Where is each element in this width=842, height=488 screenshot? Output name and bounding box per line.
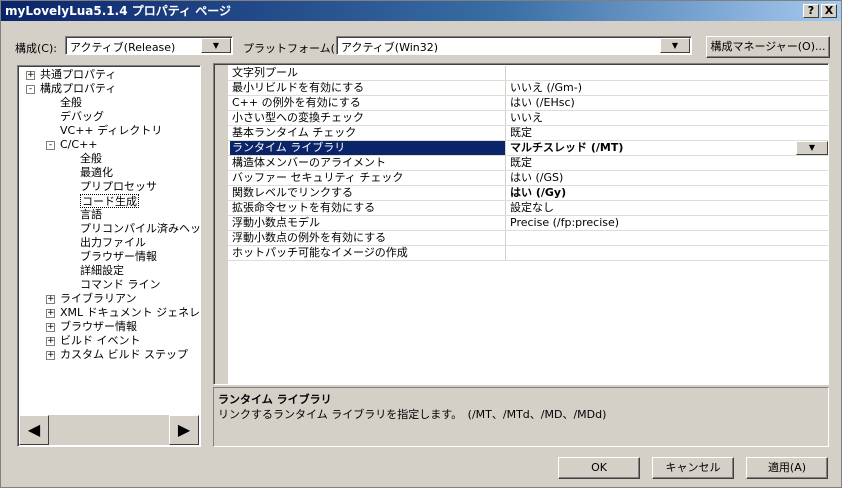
tree-node[interactable]: プリプロセッサ: [80, 180, 157, 194]
property-row[interactable]: C++ の例外を有効にする はい (/EHsc): [228, 96, 828, 111]
platform-value: アクティブ(Win32): [341, 41, 439, 54]
chevron-down-icon[interactable]: ▼: [201, 38, 231, 53]
scroll-left-icon[interactable]: ◀: [19, 415, 49, 445]
description-title: ランタイム ライブラリ: [218, 393, 332, 406]
tree-node[interactable]: XML ドキュメント ジェネレーター: [60, 306, 200, 320]
expand-icon[interactable]: +: [46, 351, 55, 360]
property-value[interactable]: いいえ (/Gm-): [508, 81, 826, 95]
property-pages-window: myLovelyLua5.1.4 プロパティ ページ ? X 構成(C): アク…: [0, 0, 842, 488]
config-manager-button[interactable]: 構成マネージャー(O)...: [706, 36, 830, 58]
property-name: 基本ランタイム チェック: [230, 126, 506, 140]
expand-icon[interactable]: +: [46, 337, 55, 346]
chevron-down-icon[interactable]: ▼: [660, 38, 690, 53]
property-name: 文字列プール: [230, 66, 506, 80]
collapse-icon[interactable]: -: [46, 141, 55, 150]
property-row[interactable]: 関数レベルでリンクする はい (/Gy): [228, 186, 828, 201]
property-value[interactable]: 設定なし: [508, 201, 826, 215]
tree-node[interactable]: 最適化: [80, 166, 113, 180]
chevron-down-icon[interactable]: ▼: [796, 141, 828, 155]
tree-node[interactable]: 構成プロパティ: [40, 82, 116, 96]
property-name: 浮動小数点モデル: [230, 216, 506, 230]
tree-node[interactable]: 共通プロパティ: [40, 68, 116, 82]
property-grid[interactable]: 文字列プール 最小リビルドを有効にする いいえ (/Gm-) C++ の例外を有効にす…: [213, 63, 829, 385]
help-icon[interactable]: ?: [803, 4, 819, 18]
property-row[interactable]: ランタイム ライブラリ マルチスレッド (/MT) ▼: [228, 141, 828, 156]
tree-node[interactable]: 全般: [80, 152, 102, 166]
property-value[interactable]: はい (/GS): [508, 171, 826, 185]
property-row[interactable]: 浮動小数点モデル Precise (/fp:precise): [228, 216, 828, 231]
property-value[interactable]: [508, 246, 826, 260]
tree-node[interactable]: ライブラリアン: [60, 292, 137, 306]
tree-node[interactable]: 全般: [60, 96, 82, 110]
property-row[interactable]: バッファー セキュリティ チェック はい (/GS): [228, 171, 828, 186]
grid-gutter: [215, 65, 228, 384]
property-value[interactable]: 既定: [508, 156, 826, 170]
tree-node[interactable]: ブラウザー情報: [80, 250, 157, 264]
tree-node[interactable]: デバッグ: [60, 110, 104, 124]
property-value[interactable]: はい (/Gy): [508, 186, 826, 200]
tree-node[interactable]: 出力ファイル: [80, 236, 146, 250]
property-value[interactable]: はい (/EHsc): [508, 96, 826, 110]
property-value[interactable]: マルチスレッド (/MT): [508, 141, 826, 155]
expand-icon[interactable]: +: [46, 309, 55, 318]
description-text: リンクするランタイム ライブラリを指定します。 (/MT、/MTd、/MD、/M…: [218, 408, 607, 421]
property-row[interactable]: 基本ランタイム チェック 既定: [228, 126, 828, 141]
property-name: 拡張命令セットを有効にする: [230, 201, 506, 215]
property-row[interactable]: 最小リビルドを有効にする いいえ (/Gm-): [228, 81, 828, 96]
property-name: 関数レベルでリンクする: [230, 186, 506, 200]
config-value: アクティブ(Release): [70, 41, 176, 54]
platform-label: プラットフォーム(P):: [243, 42, 350, 55]
property-row[interactable]: 構造体メンバーのアライメント 既定: [228, 156, 828, 171]
property-value[interactable]: [508, 66, 826, 80]
tree-node[interactable]: カスタム ビルド ステップ: [60, 348, 188, 362]
property-name: 浮動小数点の例外を有効にする: [230, 231, 506, 245]
property-name: 構造体メンバーのアライメント: [230, 156, 506, 170]
tree-node[interactable]: コマンド ライン: [80, 278, 161, 292]
property-name: 小さい型への変換チェック: [230, 111, 506, 125]
expand-icon[interactable]: +: [26, 71, 35, 80]
title-bar: myLovelyLua5.1.4 プロパティ ページ: [1, 1, 841, 21]
cancel-button[interactable]: キャンセル: [652, 457, 734, 479]
property-name: ランタイム ライブラリ: [230, 141, 506, 155]
scroll-right-icon[interactable]: ▶: [169, 415, 199, 445]
expand-icon[interactable]: +: [46, 323, 55, 332]
settings-tree[interactable]: + 共通プロパティ - 構成プロパティ 全般 デバッグ VC++ ディレクトリ - C/C++ 全…: [17, 65, 201, 447]
tree-node[interactable]: 詳細設定: [80, 264, 124, 278]
tree-node[interactable]: VC++ ディレクトリ: [60, 124, 162, 138]
property-row[interactable]: 文字列プール: [228, 66, 828, 81]
window-title: myLovelyLua5.1.4 プロパティ ページ: [5, 4, 231, 18]
property-value[interactable]: 既定: [508, 126, 826, 140]
property-name: バッファー セキュリティ チェック: [230, 171, 506, 185]
property-row[interactable]: 拡張命令セットを有効にする 設定なし: [228, 201, 828, 216]
tree-node[interactable]: ブラウザー情報: [60, 320, 137, 334]
property-value[interactable]: [508, 231, 826, 245]
tree-node[interactable]: 言語: [80, 208, 102, 222]
tree-node[interactable]: ビルド イベント: [60, 334, 141, 348]
property-row[interactable]: 小さい型への変換チェック いいえ: [228, 111, 828, 126]
property-name: ホットパッチ可能なイメージの作成: [230, 246, 506, 260]
property-name: C++ の例外を有効にする: [230, 96, 506, 110]
property-row[interactable]: 浮動小数点の例外を有効にする: [228, 231, 828, 246]
property-row[interactable]: ホットパッチ可能なイメージの作成: [228, 246, 828, 261]
ok-button[interactable]: OK: [558, 457, 640, 479]
tree-node[interactable]: コード生成: [80, 194, 139, 208]
tree-node[interactable]: C/C++: [60, 138, 98, 152]
property-name: 最小リビルドを有効にする: [230, 81, 506, 95]
tree-horizontal-scrollbar[interactable]: ◀ ▶: [19, 415, 199, 445]
config-select[interactable]: アクティブ(Release) ▼: [65, 36, 233, 55]
tree-node[interactable]: プリコンパイル済みヘッダー: [80, 222, 200, 236]
description-panel: ランタイム ライブラリ リンクするランタイム ライブラリを指定します。 (/MT…: [213, 387, 829, 447]
expand-icon[interactable]: +: [46, 295, 55, 304]
platform-select[interactable]: アクティブ(Win32) ▼: [336, 36, 692, 55]
config-label: 構成(C):: [15, 42, 57, 55]
apply-button[interactable]: 適用(A): [746, 457, 828, 479]
collapse-icon[interactable]: -: [26, 85, 35, 94]
property-value[interactable]: Precise (/fp:precise): [508, 216, 826, 230]
property-value[interactable]: いいえ: [508, 111, 826, 125]
close-icon[interactable]: X: [821, 4, 837, 18]
